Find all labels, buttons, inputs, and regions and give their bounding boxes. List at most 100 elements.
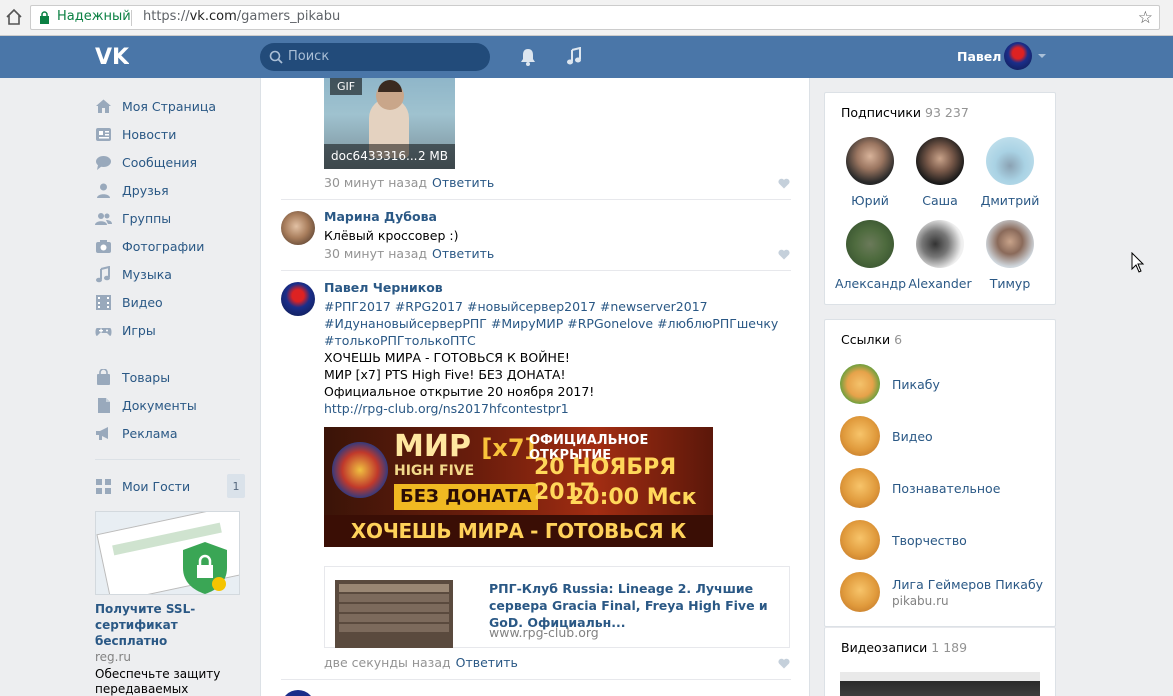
music-icon[interactable] (565, 47, 583, 67)
link-item[interactable]: Творчество (840, 520, 967, 560)
lock-icon (40, 11, 49, 24)
video-icon (95, 294, 112, 311)
comment-avatar[interactable] (281, 211, 315, 245)
ad-image[interactable] (95, 511, 240, 595)
hashtags-line[interactable]: #ИдунановыйсерверРПГ #МируМИР #RPGonelov… (324, 315, 778, 332)
home-icon[interactable] (4, 7, 24, 27)
hashtags-line[interactable]: #толькоРПГтолькоПТС (324, 332, 476, 349)
divider (131, 10, 132, 26)
hashtags-line[interactable]: #РПГ2017 #RPG2017 #новыйсервер2017 #news… (324, 298, 708, 315)
subscriber[interactable]: Саша (905, 137, 975, 208)
like-icon[interactable] (778, 658, 790, 669)
search-input[interactable]: Поиск (260, 43, 490, 71)
promo-banner[interactable]: МИР [x7] HIGH FIVE БЕЗ ДОНАТА ОФИЦИАЛЬНО… (324, 427, 713, 547)
bookmark-star-icon[interactable]: ☆ (1138, 8, 1153, 28)
comment-text: ХОЧЕШЬ МИРА - ГОТОВЬСЯ К ВОЙНЕ! (324, 350, 570, 365)
nav-item-video[interactable]: Видео (95, 288, 245, 316)
nav-item-goods[interactable]: Товары (95, 363, 245, 391)
nav-item-friends[interactable]: Друзья (95, 176, 245, 204)
video-thumbnail[interactable] (840, 672, 1040, 696)
gif-attachment[interactable]: GIF doc6433316... 2 MB (324, 78, 455, 169)
reply-link[interactable]: Ответить (432, 246, 494, 261)
links-count: 6 (894, 332, 903, 347)
comments-feed: GIF doc6433316... 2 MB 30 минут назад Отве… (260, 78, 810, 696)
link-preview-title[interactable]: РПГ-Клуб Russia: Lineage 2. Лучшие серве… (489, 580, 779, 631)
nav-item-photos[interactable]: Фотографии (95, 232, 245, 260)
subscriber[interactable]: Дмитрий (975, 137, 1045, 208)
like-icon[interactable] (778, 178, 790, 189)
comment-author[interactable]: Павел Черников (324, 280, 443, 295)
pikabu-mascot-icon (840, 572, 880, 612)
ad-title[interactable]: Получите SSL-сертификат бесплатно (95, 601, 240, 649)
shield-lock-icon (183, 542, 227, 594)
videos-block: Видеозаписи 1 189 (824, 627, 1056, 696)
gif-file-name: doc6433316... (331, 149, 418, 163)
link-preview-card[interactable]: РПГ-Клуб Russia: Lineage 2. Лучшие серве… (324, 566, 790, 648)
nav-divider (95, 459, 240, 460)
bell-icon[interactable] (519, 47, 537, 67)
banner-nodonate: БЕЗ ДОНАТА (394, 484, 538, 510)
links-title[interactable]: Ссылки 6 (841, 332, 902, 347)
comment-text: Официальное открытие 20 ноября 2017! (324, 384, 595, 399)
subscribers-block: Подписчики 93 237 Юрий Саша Дмитрий Алекс… (824, 92, 1056, 305)
reply-link[interactable]: Ответить (456, 655, 518, 670)
subscriber[interactable]: Юрий (835, 137, 905, 208)
ad-block[interactable]: Получите SSL-сертификат бесплатно reg.ru… (95, 511, 240, 696)
subscriber[interactable]: Alexander (905, 220, 975, 291)
music-icon (95, 265, 112, 283)
gif-file-size: 2 MB (417, 149, 448, 163)
comment-avatar[interactable] (281, 690, 315, 696)
ad-text: Обеспечьте защиту передаваемых данных и … (95, 667, 221, 696)
banner-time: 20:00 Мск (569, 485, 697, 510)
videos-count: 1 189 (931, 640, 968, 655)
camera-icon (95, 238, 112, 255)
nav-item-messages[interactable]: Сообщения (95, 148, 245, 176)
like-icon[interactable] (778, 249, 790, 260)
subscribers-title[interactable]: Подписчики 93 237 (841, 105, 969, 120)
subscribers-count: 93 237 (925, 105, 969, 120)
guests-count-badge: 1 (227, 474, 245, 498)
vk-logo-icon[interactable]: VK (95, 45, 129, 67)
comment-author[interactable]: Марина Дубова (324, 209, 437, 224)
reply-link[interactable]: Ответить (432, 175, 494, 190)
link-item[interactable]: Видео (840, 416, 933, 456)
apps-icon (95, 478, 112, 495)
comment-meta: две секунды назад Ответить (324, 655, 518, 670)
url-text[interactable]: https://vk.com/gamers_pikabu (143, 9, 340, 24)
banner-slogan: ХОЧЕШЬ МИРА - ГОТОВЬСЯ К ВОЙНЕ (324, 515, 713, 547)
nav-item-games[interactable]: Игры (95, 316, 245, 344)
link-item[interactable]: Познавательное (840, 468, 1000, 508)
user-avatar[interactable] (1004, 42, 1032, 70)
nav-item-my-page[interactable]: Моя Страница (95, 92, 245, 120)
comment-link[interactable]: http://rpg-club.org/ns2017hfcontestpr1 (324, 400, 569, 417)
address-bar[interactable]: Надежный https://vk.com/gamers_pikabu ☆ (30, 5, 1160, 30)
vk-header: VK Поиск Павел (0, 36, 1173, 78)
link-item[interactable]: Пикабу (840, 364, 940, 404)
left-nav: Моя Страница Новости Сообщения Друзья Гр… (95, 92, 245, 500)
link-item[interactable]: Лига Геймеров Пикабу pikabu.ru (840, 572, 1043, 612)
nav-item-music[interactable]: Музыка (95, 260, 245, 288)
banner-highfive: HIGH FIVE (394, 463, 475, 479)
videos-title[interactable]: Видеозаписи 1 189 (841, 640, 967, 655)
nav-item-news[interactable]: Новости (95, 120, 245, 148)
megaphone-icon (95, 425, 112, 442)
subscriber[interactable]: Александр (835, 220, 906, 291)
ad-domain: reg.ru (95, 650, 132, 664)
nav-item-documents[interactable]: Документы (95, 391, 245, 419)
comment-meta: 30 минут назад Ответить (324, 175, 495, 190)
messages-icon (95, 154, 112, 171)
svg-text:VK: VK (95, 45, 129, 67)
chevron-down-icon[interactable] (1038, 54, 1046, 58)
nav-item-groups[interactable]: Группы (95, 204, 245, 232)
subscriber[interactable]: Тимур (975, 220, 1045, 291)
divider (281, 679, 791, 680)
comment-text: МИР [x7] PTS High Five! БЕЗ ДОНАТА! (324, 367, 566, 382)
mouse-cursor-icon (1131, 252, 1145, 273)
pikabu-mascot-icon (840, 416, 880, 456)
comment-avatar[interactable] (281, 282, 315, 316)
nav-item-my-guests[interactable]: Мои Гости 1 (95, 472, 245, 500)
user-name[interactable]: Павел (957, 49, 1001, 64)
browser-toolbar: Надежный https://vk.com/gamers_pikabu ☆ (0, 0, 1173, 36)
nav-item-ads[interactable]: Реклама (95, 419, 245, 447)
search-placeholder: Поиск (288, 49, 330, 64)
